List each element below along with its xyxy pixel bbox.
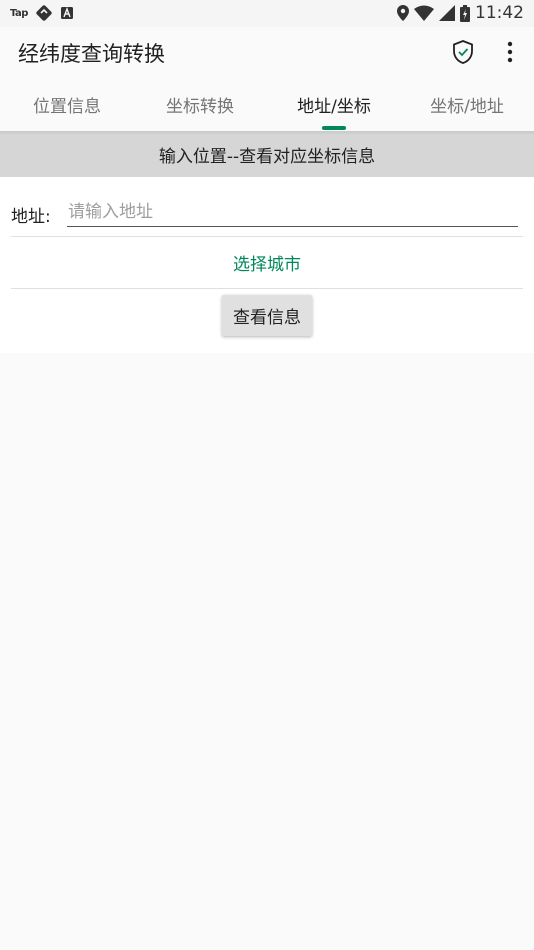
status-bar: Tap 11:42	[0, 0, 534, 27]
signal-icon	[439, 5, 455, 21]
address-form: 地址: 选择城市 查看信息	[0, 177, 534, 353]
text-a-icon	[60, 6, 74, 20]
more-vert-icon[interactable]	[498, 39, 522, 65]
tab-shadow	[0, 131, 534, 135]
status-time: 11:42	[475, 3, 524, 23]
instruction-banner: 输入位置--查看对应坐标信息	[0, 131, 534, 177]
wifi-icon	[414, 5, 434, 21]
tap-indicator: Tap	[10, 7, 28, 19]
sync-icon	[36, 5, 52, 21]
screen: Tap 11:42 经纬度查询转换 位置信息 坐标转换 地址/坐标 坐标/地址 …	[0, 0, 534, 950]
shield-check-icon[interactable]	[451, 39, 475, 65]
select-city-link[interactable]: 选择城市	[0, 250, 534, 275]
divider-bottom	[11, 288, 523, 289]
status-right: 11:42	[397, 3, 524, 23]
battery-icon	[460, 4, 470, 22]
tab-coordinate-convert[interactable]: 坐标转换	[133, 78, 267, 131]
tab-coordinate-to-address[interactable]: 坐标/地址	[400, 78, 534, 131]
tab-bar: 位置信息 坐标转换 地址/坐标 坐标/地址	[0, 78, 534, 131]
divider-top	[11, 236, 523, 237]
active-tab-indicator	[322, 126, 346, 130]
app-bar: 经纬度查询转换	[0, 27, 534, 78]
tab-address-to-coordinate[interactable]: 地址/坐标	[267, 78, 401, 131]
tab-location-info[interactable]: 位置信息	[0, 78, 134, 131]
view-info-button[interactable]: 查看信息	[222, 295, 312, 336]
location-icon	[397, 5, 409, 21]
app-title: 经纬度查询转换	[18, 42, 165, 66]
status-left: Tap	[10, 5, 74, 21]
address-input[interactable]	[67, 197, 518, 227]
address-label: 地址:	[11, 207, 51, 227]
